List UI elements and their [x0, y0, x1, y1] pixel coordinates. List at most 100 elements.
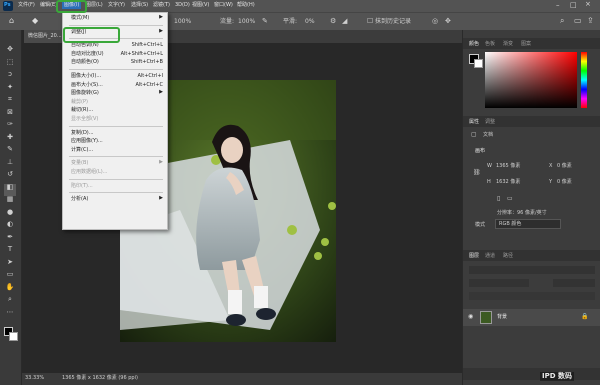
brush-tool-icon[interactable]: ✎: [4, 146, 16, 158]
crop-tool-icon[interactable]: ⌗: [4, 96, 16, 108]
submenu-arrow-icon: ▶: [159, 14, 163, 20]
lasso-tool-icon[interactable]: ↄ: [4, 71, 16, 83]
portrait-icon[interactable]: ▯: [497, 196, 500, 202]
landscape-icon[interactable]: ▭: [507, 196, 513, 202]
more-tools-icon[interactable]: ⋯: [4, 308, 16, 321]
workspace-icon[interactable]: ▭: [574, 17, 582, 25]
eyedropper-icon[interactable]: ✑: [4, 121, 16, 133]
history-label: 抹到历史记录: [375, 18, 412, 25]
clone-stamp-icon[interactable]: ⊥: [4, 158, 16, 171]
resolution-text: 分辨率：96 像素/英寸: [497, 210, 547, 216]
menu-1[interactable]: 编辑(E): [40, 3, 57, 8]
image-menu-item: 陷印(T)...: [63, 182, 167, 191]
layer-row[interactable]: ◉ 背景 🔒: [463, 309, 600, 326]
blend-mode-select[interactable]: [469, 279, 529, 287]
share-icon[interactable]: ⇪: [587, 17, 594, 25]
maximize-icon[interactable]: □: [570, 2, 577, 9]
gradient-tool-icon[interactable]: ▦: [4, 196, 16, 208]
visibility-eye-icon[interactable]: ◉: [468, 314, 473, 320]
layer-name[interactable]: 背景: [497, 315, 507, 320]
tab-swatches[interactable]: 色板: [485, 40, 495, 47]
type-tool-icon[interactable]: T: [4, 246, 16, 258]
angle-icon[interactable]: ◢: [342, 18, 347, 25]
menu-6[interactable]: 滤镜(T): [153, 3, 170, 8]
path-select-icon[interactable]: ➤: [4, 258, 16, 271]
image-menu-item-label: 应用数据组(L)...: [71, 169, 108, 175]
tab-patterns[interactable]: 图案: [521, 40, 531, 47]
menu-separator: [69, 125, 163, 127]
image-menu-dropdown: 模式(M) ▶ 调整(J) ▶ 自动色调(N) Shift+Ctrl+L 自动对比度(U) A…: [62, 12, 168, 230]
magic-wand-icon[interactable]: ✦: [4, 83, 16, 96]
link-icon[interactable]: ⛓: [473, 170, 481, 176]
tab-adjustments[interactable]: 调整: [485, 118, 495, 125]
search-icon[interactable]: ⌕: [560, 17, 564, 25]
menu-4[interactable]: 文字(Y): [108, 3, 125, 8]
document-info[interactable]: 1365 像素 x 1632 像素 (96 ppi): [62, 376, 138, 381]
flow-label: 流量:: [220, 18, 235, 25]
image-menu-item-label: 裁切(R)...: [71, 107, 94, 114]
background-color-icon[interactable]: [9, 332, 18, 341]
tab-gradients[interactable]: 渐变: [503, 40, 513, 47]
pressure-icon[interactable]: ◎: [432, 18, 438, 25]
airbrush-icon[interactable]: ✎: [262, 18, 268, 25]
pen-tool-icon[interactable]: ✒: [4, 233, 16, 246]
x-field[interactable]: 0 像素: [557, 164, 572, 169]
background-swatch[interactable]: [474, 59, 483, 68]
home-icon[interactable]: ⌂: [9, 17, 14, 25]
menu-bar: Ps 文件(F) 编辑(E) 图像(I) 图层(L) 文字(Y) 选择(S) 滤镜(T) 3D…: [0, 0, 600, 12]
color-panel-tabs: 颜色 色板 渐变 图案: [463, 38, 600, 49]
tab-properties[interactable]: 属性: [469, 118, 479, 125]
image-menu-item[interactable]: 计算(C)...: [63, 146, 167, 155]
mode-select[interactable]: RGB 颜色: [495, 219, 561, 229]
layer-filter-bar[interactable]: [469, 266, 595, 274]
tab-layers[interactable]: 图层: [469, 252, 479, 259]
zoom-a-field[interactable]: 100%: [174, 19, 191, 25]
image-menu-item[interactable]: 模式(M) ▶: [63, 14, 167, 23]
frame-tool-icon[interactable]: ⊠: [4, 108, 16, 121]
symmetry-icon[interactable]: ✥: [445, 18, 451, 25]
close-icon[interactable]: ×: [585, 1, 591, 8]
h-label: H: [487, 179, 491, 185]
tab-color[interactable]: 颜色: [469, 40, 479, 47]
zoom-b-field[interactable]: 100%: [238, 19, 255, 25]
menu-0[interactable]: 文件(F): [18, 3, 35, 8]
marquee-tool-icon[interactable]: ⬚: [4, 58, 16, 71]
eraser-preset-icon[interactable]: ◆: [32, 17, 38, 25]
mode-label: 模式: [475, 222, 486, 228]
h-field[interactable]: 1632 像素: [496, 180, 520, 185]
menu-8[interactable]: 视图(V): [192, 3, 209, 8]
image-menu-item[interactable]: 分析(A) ▶: [63, 195, 167, 204]
image-menu-item[interactable]: 自动颜色(O) Shift+Ctrl+B: [63, 58, 167, 67]
opacity-field[interactable]: [553, 279, 595, 287]
zoom-level[interactable]: 33.33%: [25, 376, 44, 381]
menu-7[interactable]: 3D(D): [175, 3, 190, 8]
history-checkbox-icon[interactable]: ☐: [367, 18, 373, 25]
menu-separator: [69, 178, 163, 180]
hue-slider[interactable]: [581, 52, 587, 108]
menu-9[interactable]: 窗口(W): [214, 3, 233, 8]
blur-tool-icon[interactable]: ●: [4, 208, 16, 221]
submenu-arrow-icon: ▶: [159, 89, 163, 96]
healing-brush-icon[interactable]: ✚: [4, 133, 16, 146]
move-tool-icon[interactable]: ✥: [4, 46, 16, 58]
color-field[interactable]: [485, 52, 577, 108]
rectangle-tool-icon[interactable]: ▭: [4, 271, 16, 283]
minimize-icon[interactable]: –: [556, 2, 560, 9]
w-field[interactable]: 1365 像素: [496, 164, 520, 169]
zoom-c-field[interactable]: 0%: [305, 19, 315, 25]
zoom-tool-icon[interactable]: ⌕: [4, 296, 16, 308]
menu-5[interactable]: 选择(S): [131, 3, 148, 8]
x-label: X: [549, 163, 553, 169]
eraser-tool-icon[interactable]: ◧: [4, 183, 16, 196]
settings-icon[interactable]: ⚙: [330, 18, 336, 25]
menu-10[interactable]: 帮助(H): [237, 3, 255, 8]
menu-3[interactable]: 图层(L): [86, 3, 103, 8]
tab-paths[interactable]: 路径: [503, 252, 513, 259]
dodge-tool-icon[interactable]: ◐: [4, 221, 16, 233]
y-field[interactable]: 0 像素: [557, 180, 572, 185]
hand-tool-icon[interactable]: ✋: [4, 283, 16, 296]
right-panels: 颜色 色板 渐变 图案 属性 调整 ▢ 文档 画布 W 1365 像素 X 0 …: [462, 30, 600, 385]
layers-panel-tabs: 图层 通道 路径: [463, 250, 600, 261]
tab-channels[interactable]: 通道: [485, 252, 495, 259]
history-brush-icon[interactable]: ↺: [4, 171, 16, 183]
